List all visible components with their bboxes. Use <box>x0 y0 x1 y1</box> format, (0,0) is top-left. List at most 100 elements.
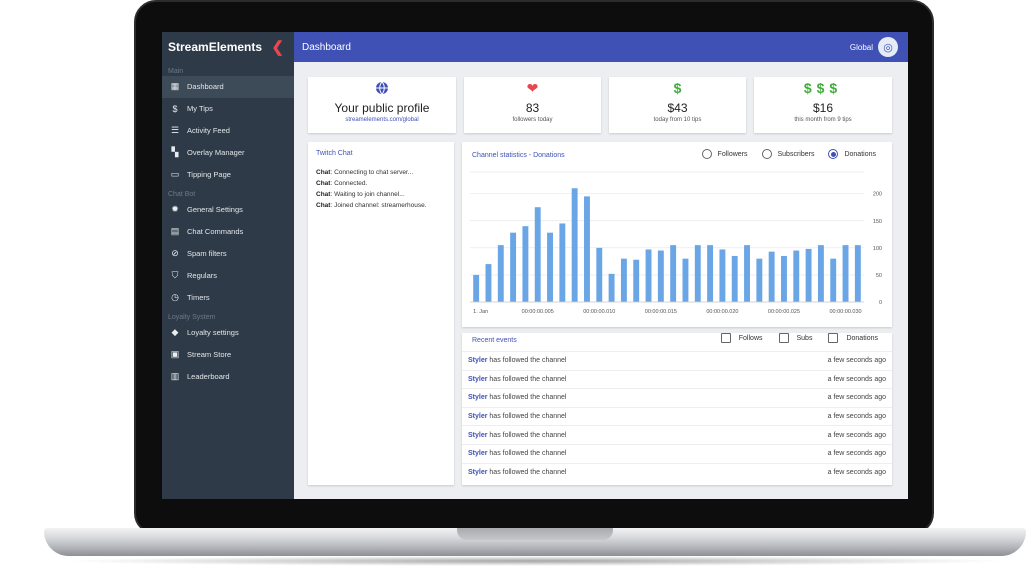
chart-bar[interactable] <box>830 258 837 302</box>
chart-bar[interactable] <box>645 249 652 302</box>
y-tick-label: 150 <box>873 219 882 225</box>
chart-bar[interactable] <box>854 245 861 302</box>
filter-donations-checkbox[interactable] <box>828 333 839 343</box>
sidebar-section-label: Loyalty System <box>168 313 216 321</box>
chart-bar[interactable] <box>485 264 492 302</box>
chart-bar[interactable] <box>584 196 590 302</box>
sidebar-item-activity-feed[interactable]: ☰ Activity Feed <box>162 120 294 142</box>
chart-bar[interactable] <box>756 258 763 302</box>
event-action: has followed the channel <box>487 431 567 439</box>
sidebar-item-label: Dashboard <box>187 82 224 92</box>
event-user-link[interactable]: Styler <box>468 357 487 364</box>
chart-bar[interactable] <box>559 223 566 302</box>
channel-stats-card: Channel statistics - Donations Followers… <box>462 142 892 327</box>
event-user-link[interactable]: Styler <box>468 469 487 476</box>
chat-message: : Joined channel: streamerhouse. <box>330 202 427 209</box>
sidebar-item-stream-store[interactable]: ▣ Stream Store <box>162 344 294 366</box>
tips-today-card: $ $43 today from 10 tips <box>609 77 746 133</box>
chart-bar[interactable] <box>534 207 541 302</box>
chart-bar[interactable] <box>497 245 504 302</box>
account-menu[interactable]: Global ◎ <box>850 37 898 57</box>
event-user-link[interactable]: Styler <box>468 376 487 383</box>
sidebar-item-regulars[interactable]: ⛉ Regulars <box>162 264 294 286</box>
screen: StreamElements ❮ Main ▦ Dashboard $ My Tips ☰… <box>162 32 908 499</box>
chart-bar[interactable] <box>682 258 689 302</box>
event-user-link[interactable]: Styler <box>468 450 487 457</box>
chat-sender: Chat <box>316 180 331 187</box>
event-action: has followed the channel <box>487 357 567 365</box>
events-title: Recent events <box>472 337 517 344</box>
chart-bar[interactable] <box>768 251 775 302</box>
chart-bar[interactable] <box>793 250 800 302</box>
chat-message: : Connected. <box>330 180 368 187</box>
sidebar-item-my-tips[interactable]: $ My Tips <box>162 98 294 120</box>
sidebar-item-dashboard[interactable]: ▦ Dashboard <box>162 76 294 98</box>
y-tick-label: 100 <box>873 246 882 252</box>
profile-title: Your public profile <box>334 101 430 115</box>
chart-bar[interactable] <box>608 273 615 302</box>
sidebar-item-tipping-page[interactable]: ▭ Tipping Page <box>162 163 294 185</box>
top-header: Dashboard Global ◎ <box>294 32 908 62</box>
chart-bar[interactable] <box>694 245 701 302</box>
tips-month-value: $16 <box>812 101 834 115</box>
collapse-chevron-icon[interactable]: ❮ <box>271 38 284 56</box>
chart-bar[interactable] <box>522 226 529 302</box>
chart-bar[interactable] <box>707 245 714 302</box>
event-user-link[interactable]: Styler <box>468 432 487 439</box>
sidebar-item-leaderboard[interactable]: ▥ Leaderboard <box>162 366 294 388</box>
chart-bar[interactable] <box>510 232 517 302</box>
filter-follows-checkbox[interactable] <box>720 333 731 343</box>
event-description: Styler has followed the channel <box>468 394 566 401</box>
chart-bar[interactable] <box>473 274 480 302</box>
event-action: has followed the channel <box>487 394 567 402</box>
chart-bar[interactable] <box>805 248 812 302</box>
sidebar-item-loyalty-settings[interactable]: ◆ Loyalty settings <box>162 322 294 344</box>
chart-bar[interactable] <box>670 245 677 302</box>
chart-bar[interactable] <box>731 255 738 302</box>
sidebar-section-label: Chat Bot <box>168 190 196 198</box>
chart-bar[interactable] <box>817 245 824 302</box>
event-user-link[interactable]: Styler <box>468 413 487 420</box>
avatar[interactable]: ◎ <box>878 37 898 57</box>
event-row: Styler has followed the channel a few sec… <box>462 369 892 389</box>
event-time: a few seconds ago <box>827 450 886 458</box>
sidebar-item-overlay-manager[interactable]: ▚ Overlay Manager <box>162 141 294 163</box>
globe-icon <box>308 77 456 99</box>
chart-bar[interactable] <box>781 255 787 302</box>
chat-sender: Chat <box>316 202 331 209</box>
followers-label: followers today <box>512 117 553 123</box>
tag-icon: ◆ <box>171 327 179 338</box>
event-action: has followed the channel <box>487 413 567 421</box>
laptop-shadow <box>60 556 1010 566</box>
donations-bar-chart: 0 50 100 150 200 1. Jan 00:00:00.005 00:00:00.0… <box>470 171 882 315</box>
chart-bar[interactable] <box>842 245 849 302</box>
chart-bar[interactable] <box>547 232 553 302</box>
sidebar-item-spam-filters[interactable]: ⊘ Spam filters <box>162 243 294 265</box>
heart-icon: ❤ <box>526 79 539 96</box>
sidebar-item-general-settings[interactable]: ✹ General Settings <box>162 199 294 221</box>
sidebar-item-timers[interactable]: ◷ Timers <box>162 286 294 308</box>
event-description: Styler has followed the channel <box>468 469 566 476</box>
sidebar-item-label: Timers <box>187 292 210 302</box>
x-tick-label: 00:00:00.015 <box>645 309 677 315</box>
chart-bar[interactable] <box>633 259 640 302</box>
chat-log: Chat: Connecting to chat server... Chat: … <box>316 167 446 211</box>
chart-bar[interactable] <box>571 188 578 302</box>
sidebar-item-chat-commands[interactable]: ▤ Chat Commands <box>162 221 294 243</box>
chart-bar[interactable] <box>657 250 664 302</box>
brand-logo[interactable]: StreamElements <box>168 40 262 54</box>
chat-message: : Waiting to join channel... <box>330 191 405 198</box>
chart-bar[interactable] <box>596 247 603 302</box>
profile-link[interactable]: streamelements.com/global <box>308 117 456 123</box>
event-description: Styler has followed the channel <box>468 450 566 457</box>
chart-bar[interactable] <box>744 245 750 302</box>
event-row: Styler has followed the channel a few sec… <box>462 462 892 482</box>
gear-icon: ✹ <box>171 204 179 215</box>
monitor-icon: ▭ <box>170 168 180 179</box>
chart-bar[interactable] <box>719 249 726 302</box>
sidebar-item-label: Leaderboard <box>187 371 230 381</box>
event-user-link[interactable]: Styler <box>468 394 487 401</box>
filter-subs-checkbox[interactable] <box>778 333 789 343</box>
chart-icon: ▥ <box>170 370 180 381</box>
chart-bar[interactable] <box>620 258 627 302</box>
